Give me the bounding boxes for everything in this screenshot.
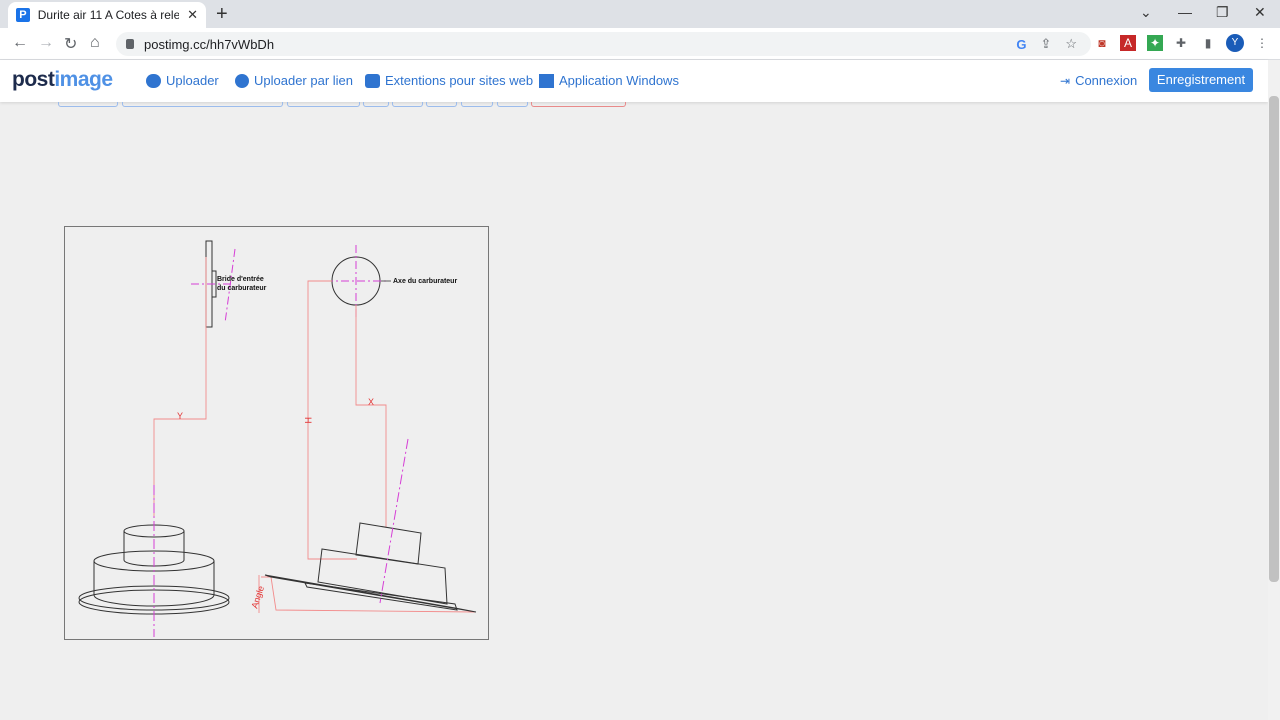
dim-h-label: H xyxy=(303,417,313,424)
bookmark-star-icon[interactable]: ☆ xyxy=(1065,36,1077,52)
menu-kebab-icon[interactable]: ⋮ xyxy=(1254,35,1270,51)
nav-label: Extentions pour sites web xyxy=(385,73,534,88)
incline-centerline xyxy=(379,438,409,604)
hidden-toolbar-button[interactable] xyxy=(122,102,283,107)
lock-icon xyxy=(126,39,134,49)
url-text: postimg.cc/hh7vWbDh xyxy=(144,36,275,52)
side-panel-icon[interactable]: ▮ xyxy=(1200,35,1216,51)
home-icon[interactable]: ⌂ xyxy=(90,34,100,52)
login-link[interactable]: ⇥ Connexion xyxy=(1060,73,1137,88)
browser-toolbar: ← → ↻ ⌂ postimg.cc/hh7vWbDh G ⇪ ☆ xyxy=(0,28,1280,60)
hidden-toolbar-button[interactable] xyxy=(58,102,118,107)
tab-title: Durite air 11 A Cotes à relever — xyxy=(37,8,180,22)
nav-label: Application Windows xyxy=(559,73,679,88)
label-bride-line2: du carburateur xyxy=(217,285,267,292)
address-bar[interactable]: postimg.cc/hh7vWbDh G ⇪ ☆ xyxy=(116,32,1091,56)
technical-drawing-image: Bride d'entrée du carburateur Axe du car… xyxy=(64,226,489,640)
forward-arrow-icon[interactable]: → xyxy=(38,34,54,52)
globe-icon xyxy=(235,73,249,88)
cloud-upload-icon xyxy=(146,73,161,88)
tab-search-chevron-icon[interactable]: ⌄ xyxy=(1140,4,1152,21)
restore-button[interactable]: ❐ xyxy=(1216,4,1229,21)
hidden-toolbar-button[interactable] xyxy=(392,102,423,107)
minimize-button[interactable]: — xyxy=(1178,4,1192,20)
google-icon[interactable]: G xyxy=(1016,37,1026,52)
dimension-h-line xyxy=(307,280,357,560)
pdf-extension-icon[interactable]: A xyxy=(1120,35,1136,51)
hidden-toolbar-button[interactable] xyxy=(497,102,528,107)
label-axe: Axe du carburateur xyxy=(393,278,457,285)
drawing-canvas: Bride d'entrée du carburateur Axe du car… xyxy=(78,240,477,637)
back-arrow-icon[interactable]: ← xyxy=(12,34,28,52)
browser-tab-strip: P Durite air 11 A Cotes à relever — ✕ + … xyxy=(0,0,1280,28)
dimension-y-line xyxy=(153,257,207,517)
puzzle-icon xyxy=(365,73,380,88)
share-icon[interactable]: ⇪ xyxy=(1040,36,1051,52)
dim-y-label: Y xyxy=(177,411,183,421)
logo-text: post xyxy=(12,68,55,91)
postimage-logo[interactable]: postimage xyxy=(12,68,113,92)
close-tab-icon[interactable]: ✕ xyxy=(187,7,198,23)
extension-shield-icon[interactable]: ◙ xyxy=(1094,35,1110,51)
nav-label: Uploader xyxy=(166,73,219,88)
nav-extensions[interactable]: Extentions pour sites web xyxy=(365,73,533,88)
extensions-puzzle-icon[interactable]: ✚ xyxy=(1173,35,1189,51)
nav-label: Uploader par lien xyxy=(254,73,354,88)
windows-icon xyxy=(539,73,554,88)
postimage-favicon-icon: P xyxy=(16,8,30,22)
browser-tab[interactable]: P Durite air 11 A Cotes à relever — ✕ xyxy=(8,2,206,28)
sign-in-icon: ⇥ xyxy=(1060,73,1071,88)
site-header: postimage Uploader Uploader par lien Ext… xyxy=(0,60,1268,102)
hidden-delete-button[interactable] xyxy=(531,102,626,107)
logo-accent-text: image xyxy=(54,68,113,91)
page-scrollbar-thumb[interactable] xyxy=(1269,96,1279,582)
close-window-button[interactable]: ✕ xyxy=(1254,4,1266,21)
incline-boss xyxy=(355,522,422,565)
incline-ground-line xyxy=(264,574,477,613)
dimension-x-line xyxy=(355,305,387,527)
nav-upload-by-link[interactable]: Uploader par lien xyxy=(235,73,353,88)
dim-angle-label: Angle xyxy=(249,585,266,610)
new-tab-icon[interactable]: + xyxy=(216,3,228,26)
hidden-toolbar-button[interactable] xyxy=(461,102,493,107)
colorful-extension-icon[interactable]: ✦ xyxy=(1147,35,1163,51)
profile-avatar[interactable]: Y xyxy=(1226,34,1244,52)
register-button[interactable]: Enregistrement xyxy=(1149,68,1253,92)
hidden-toolbar-button[interactable] xyxy=(426,102,457,107)
reload-icon[interactable]: ↻ xyxy=(64,34,77,54)
login-label: Connexion xyxy=(1075,73,1138,88)
hidden-toolbar-button[interactable] xyxy=(363,102,389,107)
hidden-toolbar-button[interactable] xyxy=(287,102,360,107)
dim-x-label: X xyxy=(368,397,374,407)
nav-uploader[interactable]: Uploader xyxy=(146,73,219,88)
nav-windows-app[interactable]: Application Windows xyxy=(539,73,679,88)
label-bride-line1: Bride d'entrée xyxy=(217,276,264,283)
